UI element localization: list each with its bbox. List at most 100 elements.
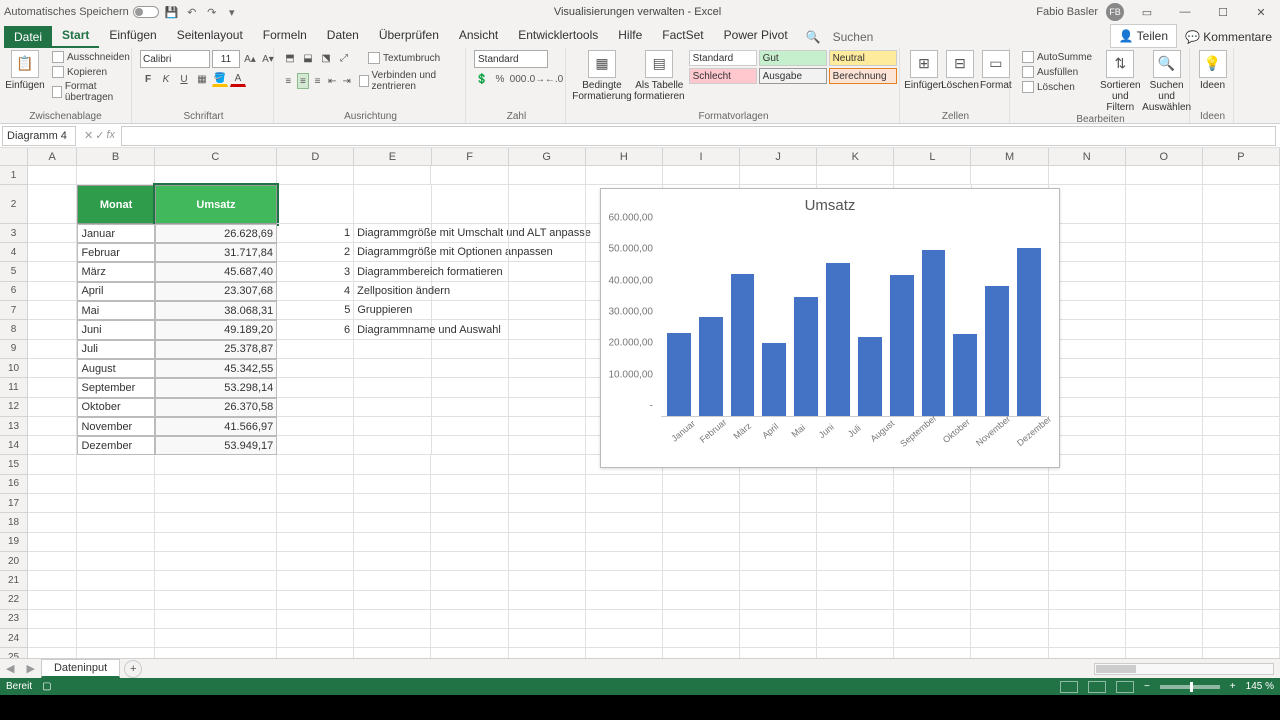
embedded-chart[interactable]: Umsatz -10.000,0020.000,0030.000,0040.00… xyxy=(600,188,1060,468)
cell[interactable] xyxy=(971,591,1048,610)
row-header[interactable]: 16 xyxy=(0,475,28,494)
align-center-icon[interactable]: ≡ xyxy=(297,73,310,89)
cell[interactable] xyxy=(971,629,1048,648)
merge-button[interactable]: Verbinden und zentrieren xyxy=(355,69,459,93)
cell[interactable] xyxy=(894,552,971,571)
redo-icon[interactable]: ↷ xyxy=(205,5,219,19)
cell[interactable] xyxy=(354,494,431,513)
chart-bar[interactable] xyxy=(826,263,850,416)
close-icon[interactable]: ✕ xyxy=(1246,6,1276,19)
cell[interactable] xyxy=(28,417,77,436)
cell[interactable] xyxy=(1203,378,1280,397)
cell[interactable] xyxy=(28,436,77,455)
cell[interactable] xyxy=(1049,398,1126,417)
chart-bar[interactable] xyxy=(1017,248,1041,416)
cell[interactable]: 1 xyxy=(277,224,354,243)
cell[interactable] xyxy=(1049,475,1126,494)
row-header[interactable]: 9 xyxy=(0,340,28,359)
cell[interactable] xyxy=(77,166,154,185)
cell[interactable] xyxy=(1049,455,1126,474)
tab-file[interactable]: Datei xyxy=(4,26,52,48)
cell[interactable] xyxy=(1049,359,1126,378)
col-header[interactable]: F xyxy=(432,148,509,166)
cell[interactable] xyxy=(1126,359,1203,378)
cell[interactable] xyxy=(277,359,354,378)
cell[interactable] xyxy=(1203,282,1280,301)
align-bottom-icon[interactable]: ⬔ xyxy=(318,50,334,66)
cell[interactable] xyxy=(432,378,509,397)
cell[interactable] xyxy=(354,533,431,552)
style-berechnung[interactable]: Berechnung xyxy=(829,68,897,84)
cell[interactable] xyxy=(740,648,817,658)
chart-plot-area[interactable] xyxy=(661,229,1047,417)
col-header[interactable]: J xyxy=(740,148,817,166)
cell[interactable] xyxy=(509,359,586,378)
cell[interactable] xyxy=(1049,301,1126,320)
cell[interactable] xyxy=(28,398,77,417)
cell[interactable] xyxy=(1049,378,1126,397)
row-header[interactable]: 11 xyxy=(0,378,28,397)
cell[interactable] xyxy=(1203,494,1280,513)
cell[interactable] xyxy=(1126,591,1203,610)
cell[interactable] xyxy=(740,552,817,571)
chart-bar[interactable] xyxy=(922,250,946,416)
cell[interactable] xyxy=(28,455,77,474)
cell[interactable] xyxy=(1049,166,1126,185)
cell[interactable]: 41.566,97 xyxy=(155,417,278,436)
indent-dec-icon[interactable]: ⇤ xyxy=(326,73,339,89)
row-header[interactable]: 7 xyxy=(0,301,28,320)
sheet-nav-next-icon[interactable]: ▶ xyxy=(20,662,40,675)
cell[interactable] xyxy=(740,494,817,513)
cell[interactable] xyxy=(431,166,508,185)
sheet-tab-dateninput[interactable]: Dateninput xyxy=(41,659,120,678)
cell[interactable]: Gruppieren xyxy=(354,301,431,320)
cell[interactable] xyxy=(509,494,586,513)
cell[interactable]: Diagrammbereich formatieren xyxy=(354,262,432,281)
tab-start[interactable]: Start xyxy=(52,24,99,48)
wrap-text-button[interactable]: Textumbruch xyxy=(364,51,444,65)
col-header[interactable]: M xyxy=(971,148,1048,166)
number-format-select[interactable]: Standard xyxy=(474,50,548,68)
cell[interactable] xyxy=(663,513,740,532)
cell[interactable] xyxy=(509,301,586,320)
column-headers[interactable]: ABCDEFGHIJKLMNOP xyxy=(28,148,1280,166)
cell[interactable] xyxy=(431,494,508,513)
style-standard[interactable]: Standard xyxy=(689,50,757,66)
cell[interactable]: September xyxy=(77,378,154,397)
cell[interactable] xyxy=(894,610,971,629)
cell[interactable] xyxy=(817,166,894,185)
tab-power pivot[interactable]: Power Pivot xyxy=(714,24,798,48)
avatar[interactable]: FB xyxy=(1106,3,1124,21)
cell[interactable] xyxy=(155,166,278,185)
row-header[interactable]: 3 xyxy=(0,224,28,243)
sheet-nav-prev-icon[interactable]: ◀ xyxy=(0,662,20,675)
cell[interactable] xyxy=(77,591,154,610)
cell[interactable] xyxy=(432,185,509,224)
cell[interactable] xyxy=(28,494,77,513)
row-header[interactable]: 17 xyxy=(0,494,28,513)
row-header[interactable]: 2 xyxy=(0,185,28,224)
cell[interactable] xyxy=(1049,552,1126,571)
chart-bar[interactable] xyxy=(762,343,786,416)
cell[interactable] xyxy=(740,533,817,552)
cell[interactable]: 4 xyxy=(277,282,354,301)
cell[interactable] xyxy=(432,262,509,281)
cell[interactable] xyxy=(509,340,586,359)
cell[interactable] xyxy=(1049,571,1126,590)
cell[interactable] xyxy=(431,533,508,552)
cell[interactable] xyxy=(509,533,586,552)
col-header[interactable]: P xyxy=(1203,148,1280,166)
cell[interactable] xyxy=(1126,629,1203,648)
cell[interactable]: Februar xyxy=(77,243,154,262)
cell[interactable] xyxy=(155,513,278,532)
cell[interactable] xyxy=(1126,301,1203,320)
cell[interactable] xyxy=(77,455,154,474)
cell[interactable] xyxy=(431,475,508,494)
row-header[interactable]: 20 xyxy=(0,552,28,571)
cell[interactable] xyxy=(28,648,77,658)
cell[interactable] xyxy=(354,475,431,494)
cell[interactable] xyxy=(894,571,971,590)
cell[interactable] xyxy=(894,648,971,658)
align-right-icon[interactable]: ≡ xyxy=(311,73,324,89)
style-gut[interactable]: Gut xyxy=(759,50,827,66)
